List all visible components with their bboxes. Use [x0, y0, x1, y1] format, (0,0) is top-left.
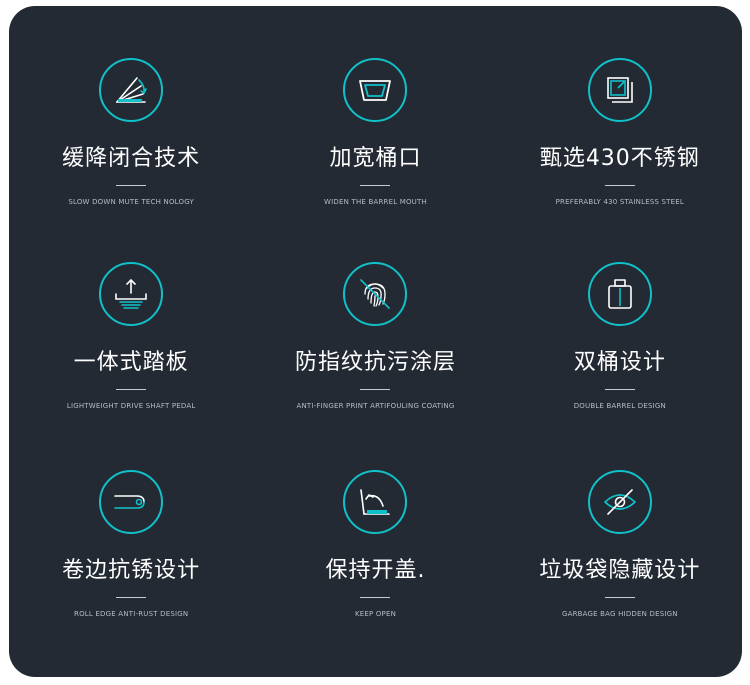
feature-title: 加宽桶口 — [329, 146, 422, 171]
feature-title: 防指纹抗污涂层 — [294, 350, 456, 375]
divider — [360, 389, 391, 390]
feature-item: 双桶设计 DOUBLE BARREL DESIGN — [498, 262, 742, 470]
feature-item: 甄选430不锈钢 PREFERABLY 430 STAINLESS STEEL — [498, 58, 742, 262]
divider — [360, 185, 391, 186]
feature-item: 缓降闭合技术 SLOW DOWN MUTE TECH NOLOGY — [9, 58, 253, 262]
feature-subtitle: ANTI-FINGER PRINT ARTIFOULING COATING — [296, 402, 455, 410]
feature-item: 卷边抗锈设计 ROLL EDGE ANTI-RUST DESIGN — [9, 470, 253, 674]
wide-mouth-icon — [343, 58, 408, 122]
divider — [604, 597, 635, 598]
divider — [116, 389, 147, 390]
divider — [604, 389, 635, 390]
feature-item: 保持开盖. KEEP OPEN — [253, 470, 497, 674]
feature-title: 保持开盖. — [325, 558, 426, 583]
feature-subtitle: DOUBLE BARREL DESIGN — [573, 402, 666, 410]
double-barrel-icon — [587, 262, 652, 326]
pedal-icon — [99, 262, 164, 326]
feature-title: 甄选430不锈钢 — [539, 146, 700, 171]
keep-open-icon — [343, 470, 408, 534]
feature-subtitle: LIGHTWEIGHT DRIVE SHAFT PEDAL — [66, 402, 196, 410]
divider — [116, 597, 147, 598]
feature-item: 加宽桶口 WIDEN THE BARREL MOUTH — [253, 58, 497, 262]
feature-subtitle: KEEP OPEN — [354, 610, 397, 618]
feature-title: 缓降闭合技术 — [62, 146, 201, 171]
divider — [604, 185, 635, 186]
feature-title: 垃圾袋隐藏设计 — [539, 558, 701, 583]
feature-subtitle: ROLL EDGE ANTI-RUST DESIGN — [74, 610, 189, 618]
feature-title: 卷边抗锈设计 — [62, 558, 201, 583]
divider — [360, 597, 391, 598]
feature-grid: 缓降闭合技术 SLOW DOWN MUTE TECH NOLOGY 加宽桶口 W… — [9, 58, 742, 674]
fingerprint-icon — [343, 262, 408, 326]
feature-subtitle: SLOW DOWN MUTE TECH NOLOGY — [68, 198, 194, 206]
feature-title: 双桶设计 — [573, 350, 666, 375]
hidden-bag-icon — [587, 470, 652, 534]
rolled-edge-icon — [99, 470, 164, 534]
slow-close-lid-icon — [99, 58, 164, 122]
divider — [116, 185, 147, 186]
feature-item: 垃圾袋隐藏设计 GARBAGE BAG HIDDEN DESIGN — [498, 470, 742, 674]
feature-subtitle: GARBAGE BAG HIDDEN DESIGN — [561, 610, 678, 618]
feature-subtitle: PREFERABLY 430 STAINLESS STEEL — [555, 198, 684, 206]
feature-item: 一体式踏板 LIGHTWEIGHT DRIVE SHAFT PEDAL — [9, 262, 253, 470]
stainless-steel-icon — [587, 58, 652, 122]
feature-panel: 缓降闭合技术 SLOW DOWN MUTE TECH NOLOGY 加宽桶口 W… — [9, 6, 742, 677]
feature-subtitle: WIDEN THE BARREL MOUTH — [324, 198, 427, 206]
feature-title: 一体式踏板 — [73, 350, 189, 375]
feature-item: 防指纹抗污涂层 ANTI-FINGER PRINT ARTIFOULING CO… — [253, 262, 497, 470]
